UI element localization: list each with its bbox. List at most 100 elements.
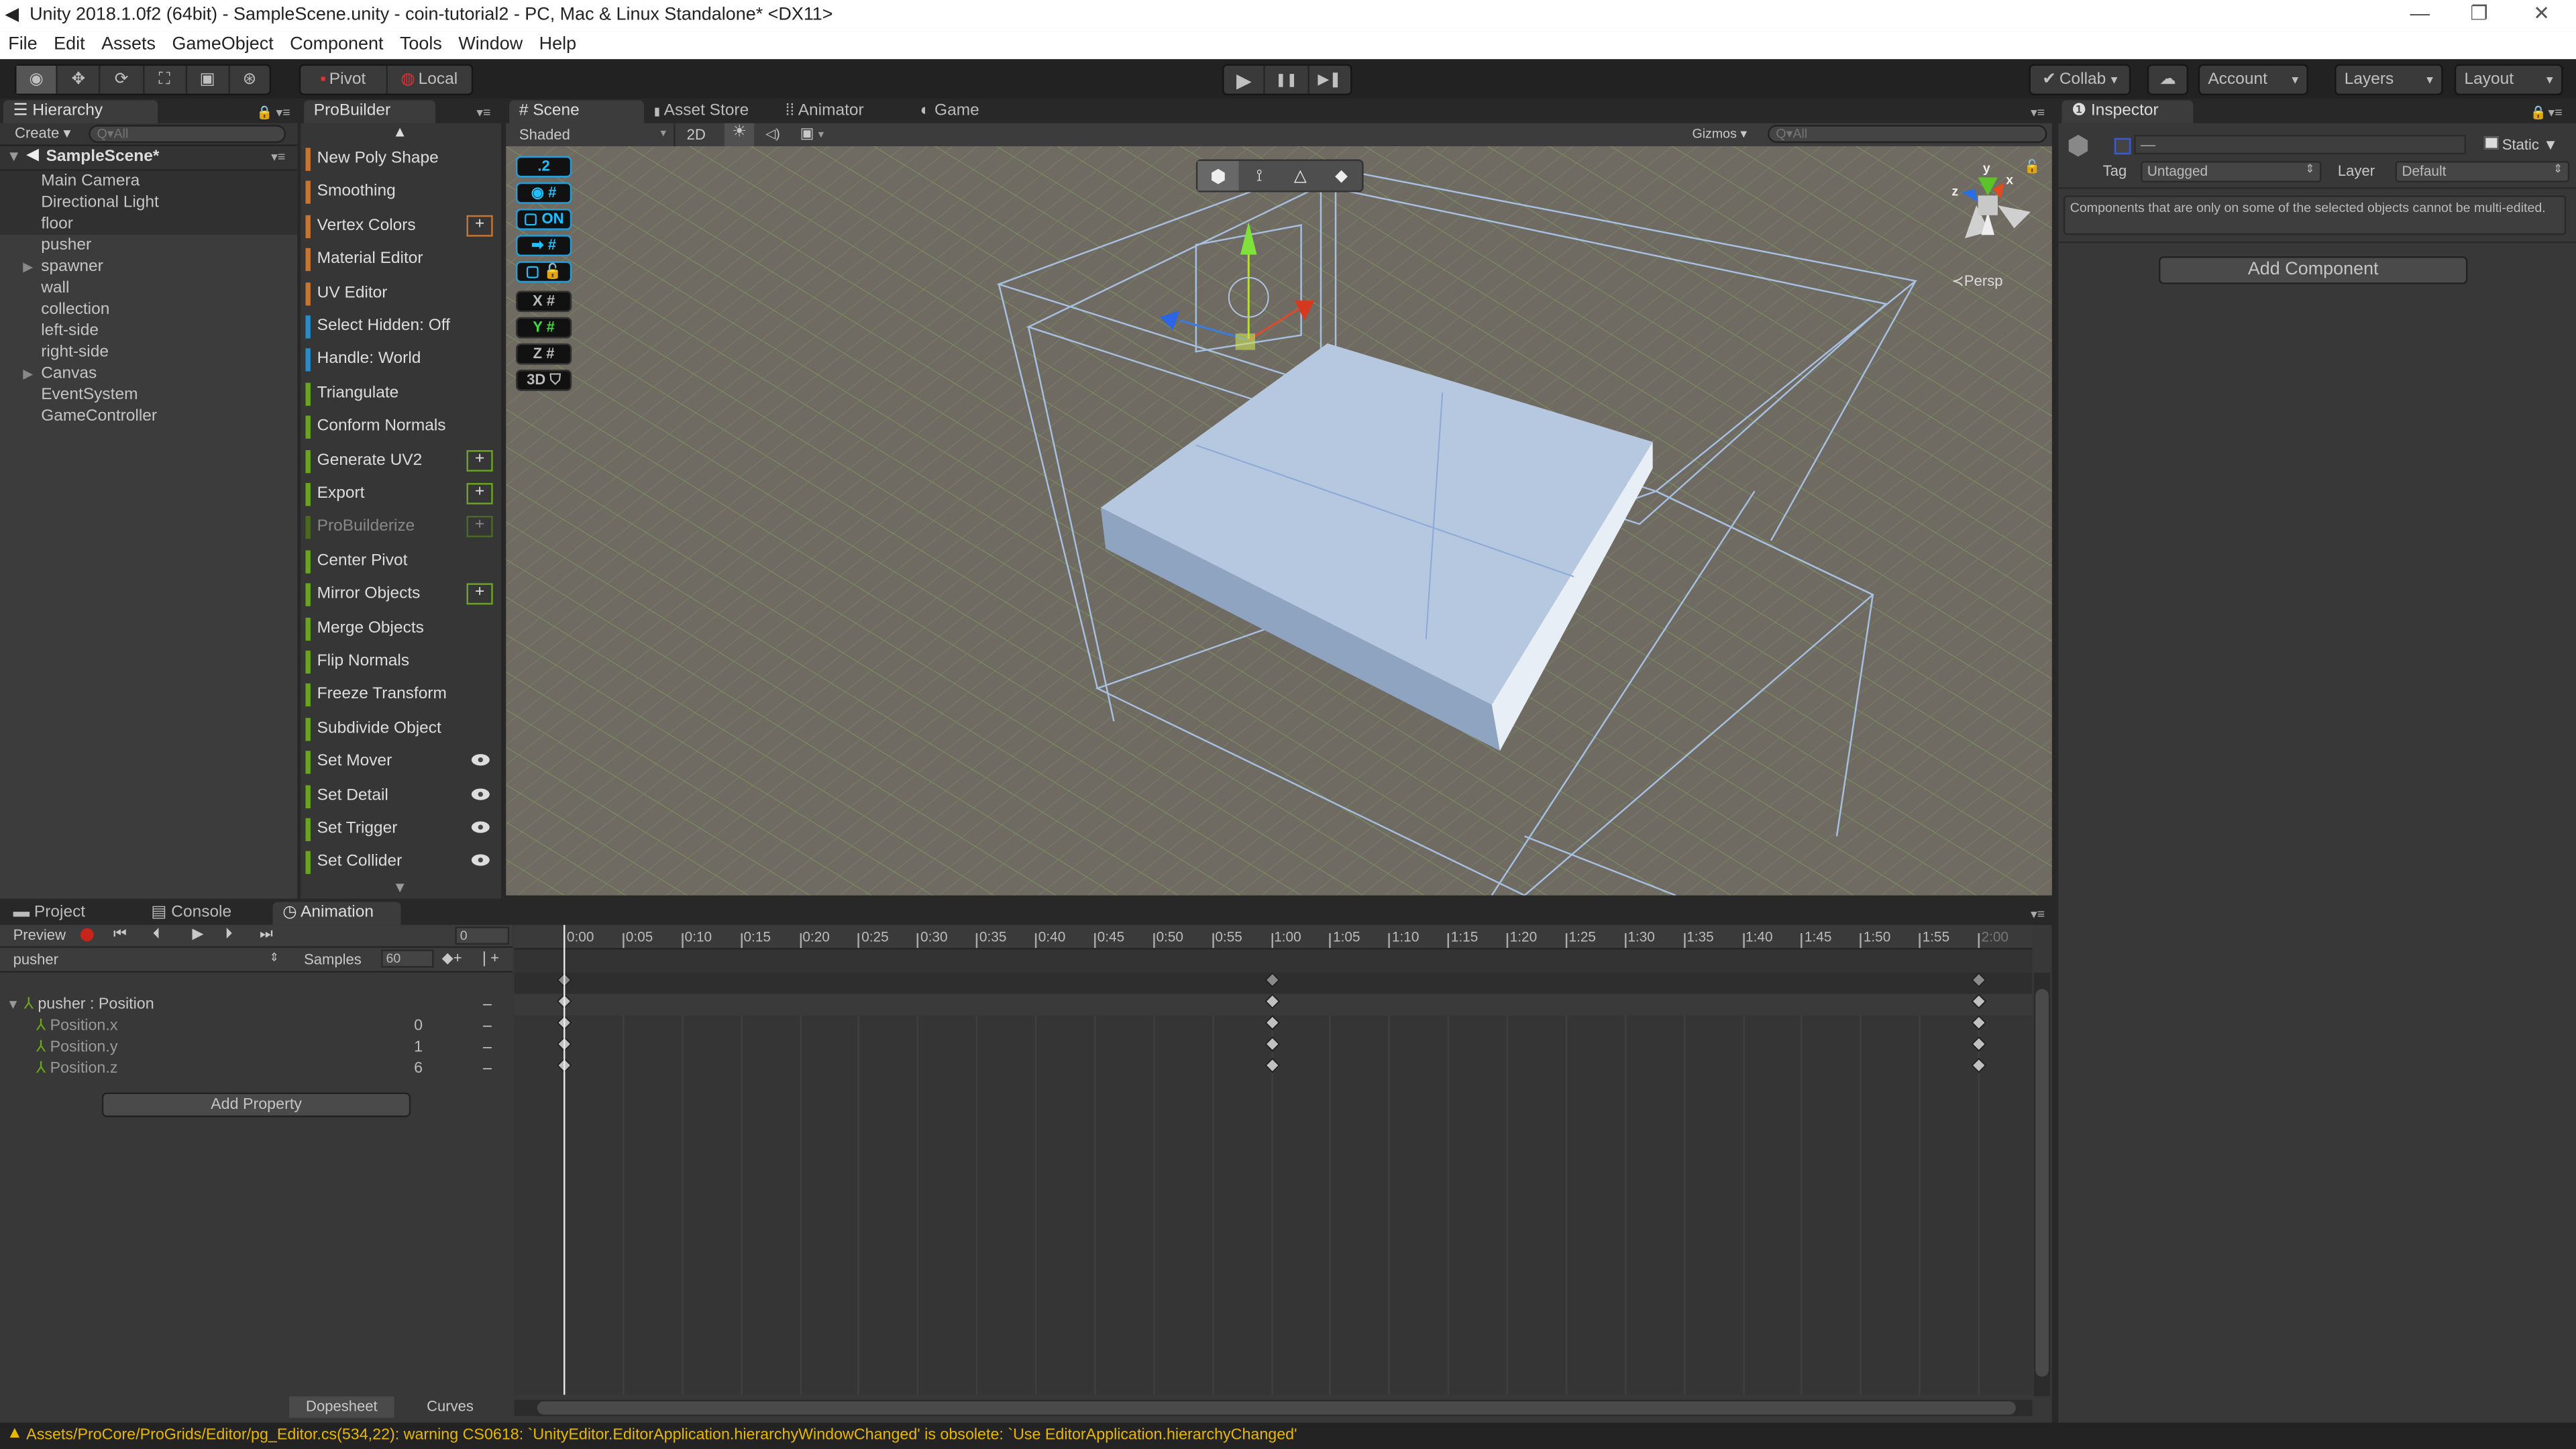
progrids-button[interactable]: .2 [515, 156, 572, 178]
probuilder-tool-vertex-colors[interactable]: Vertex Colors + [305, 213, 496, 239]
scene-menu-icon[interactable]: ▾≡ [271, 150, 285, 164]
active-checkbox[interactable] [2114, 138, 2131, 155]
menu-gameobject[interactable]: GameObject [164, 32, 282, 54]
gizmo-lock-icon[interactable]: 🔓 [2024, 160, 2040, 174]
remove-property-icon[interactable]: – [483, 994, 492, 1016]
face-mode-button[interactable]: ◆ [1321, 161, 1362, 191]
layout-dropdown[interactable]: Layout ▾ [2454, 64, 2563, 96]
progrids-button[interactable]: 3D ⛉ [515, 370, 572, 391]
probuilder-tool-conform-normals[interactable]: Conform Normals [305, 415, 496, 441]
menu-window[interactable]: Window [450, 32, 531, 54]
property-value[interactable]: 1 [414, 1036, 423, 1058]
play-anim-button[interactable]: ▶ [193, 925, 204, 943]
tool-options-plus-icon[interactable]: + [466, 215, 493, 237]
menu-file[interactable]: File [0, 32, 46, 54]
menu-component[interactable]: Component [282, 32, 392, 54]
clip-dropdown[interactable]: pusher ⇕ [0, 948, 288, 971]
create-dropdown[interactable]: Create ▾ [15, 125, 70, 143]
probuilder-tool-center-pivot[interactable]: Center Pivot [305, 548, 496, 574]
add-keyframe-button[interactable]: ◆+ [442, 950, 462, 968]
events-row[interactable] [514, 949, 2033, 973]
remove-property-icon[interactable]: – [483, 1036, 492, 1058]
tab-scene[interactable]: # Scene [509, 100, 645, 123]
probuilder-tool-select-hidden-off[interactable]: Select Hidden: Off [305, 314, 496, 340]
record-button[interactable] [80, 928, 94, 942]
menu-tools[interactable]: Tools [392, 32, 450, 54]
probuilder-tool-export[interactable]: Export + [305, 482, 496, 508]
progrids-button[interactable]: Y # [515, 317, 572, 339]
probuilder-tool-mirror-objects[interactable]: Mirror Objects + [305, 582, 496, 608]
first-key-button[interactable]: ⏮ [113, 925, 127, 943]
probuilder-tool-merge-objects[interactable]: Merge Objects [305, 615, 496, 641]
probuilder-tool-set-mover[interactable]: Set Mover [305, 749, 496, 775]
probuilder-tool-subdivide-object[interactable]: Subdivide Object [305, 716, 496, 742]
effects-dropdown[interactable]: ▣ ▾ [800, 125, 824, 143]
panel-menu-icon[interactable]: ▾≡ [2548, 105, 2562, 120]
probuilder-tool-triangulate[interactable]: Triangulate [305, 381, 496, 407]
menu-assets[interactable]: Assets [93, 32, 164, 54]
samples-input[interactable] [381, 949, 434, 968]
tab-asset-store[interactable]: ▮ Asset Store [644, 100, 759, 123]
hierarchy-item[interactable]: ▶ spawner [0, 256, 296, 278]
scroll-up-icon[interactable]: ▲ [392, 123, 407, 140]
next-key-button[interactable]: ⏵ [225, 925, 233, 943]
property-row[interactable]: ⅄ Position.x 0 – [36, 1015, 500, 1036]
hierarchy-item[interactable]: pusher [0, 235, 296, 256]
time-ruler[interactable]: 0:00 0:05 0:10 0:15 0:20 0:25 0:30 0:35 0:40 0:45… [514, 924, 2033, 950]
add-event-button[interactable]: ❘+ [478, 950, 499, 968]
probuilder-tool-uv-editor[interactable]: UV Editor [305, 280, 496, 307]
tool-options-plus-icon[interactable]: + [466, 583, 493, 605]
lock-icon[interactable]: 🔒 [2530, 105, 2546, 120]
hierarchy-item[interactable]: left-side [0, 321, 296, 342]
local-button[interactable]: ◍ Local [387, 66, 472, 94]
horizontal-scrollbar[interactable] [514, 1399, 2033, 1417]
scale-tool-button[interactable]: ⛶ [144, 65, 187, 94]
pivot-button[interactable]: ▪ Pivot [301, 65, 387, 94]
hierarchy-item[interactable]: GameController [0, 406, 296, 427]
progrids-button[interactable]: Z # [515, 343, 572, 365]
collab-button[interactable]: ✔ Collab ▾ [2029, 64, 2131, 96]
expand-arrow-icon[interactable]: ▶ [23, 363, 33, 384]
probuilder-tool-generate-uv2[interactable]: Generate UV2 + [305, 448, 496, 474]
expand-arrow-icon[interactable]: ▶ [23, 256, 33, 278]
add-property-button[interactable]: Add Property [101, 1092, 411, 1118]
dopesheet-area[interactable] [514, 994, 2033, 1395]
preview-toggle[interactable]: Preview [13, 926, 66, 943]
scroll-down-icon[interactable]: ▼ [392, 879, 407, 895]
add-component-button[interactable]: Add Component [2158, 256, 2468, 284]
tool-options-plus-icon[interactable]: + [466, 449, 493, 471]
probuilder-tool-probuilderize[interactable]: ProBuilderize + [305, 515, 496, 541]
2d-toggle[interactable]: 2D [687, 127, 706, 143]
close-button[interactable]: ✕ [2517, 1, 2566, 28]
tag-dropdown[interactable]: Untagged ⇕ [2141, 161, 2322, 182]
panel-menu-icon[interactable]: ▾≡ [2031, 105, 2045, 120]
view-tool-button[interactable]: ◉ [16, 65, 58, 94]
probuilder-tool-new-poly-shape[interactable]: New Poly Shape [305, 146, 496, 172]
vertical-scroll-thumb[interactable] [2035, 989, 2049, 1377]
layer-dropdown[interactable]: Default ⇕ [2395, 161, 2570, 182]
restore-button[interactable]: ❐ [2455, 1, 2504, 28]
visibility-eye-icon[interactable] [471, 788, 490, 800]
hierarchy-item[interactable]: wall [0, 278, 296, 299]
probuilder-tool-smoothing[interactable]: Smoothing [305, 180, 496, 206]
hierarchy-item[interactable]: right-side [0, 341, 296, 363]
gizmos-dropdown[interactable]: Gizmos ▾ [1692, 127, 1747, 142]
property-value[interactable]: 0 [414, 1015, 423, 1036]
remove-property-icon[interactable]: – [483, 1015, 492, 1036]
probuilder-tool-set-collider[interactable]: Set Collider [305, 850, 496, 876]
vertex-mode-button[interactable]: ⟟ [1239, 161, 1280, 191]
dopesheet-tab[interactable]: Dopesheet [289, 1396, 394, 1418]
panel-menu-icon[interactable]: ▾≡ [476, 105, 490, 120]
lighting-toggle[interactable]: ☀ [724, 123, 755, 146]
tab-project[interactable]: ▬ Project [3, 902, 95, 925]
menu-edit[interactable]: Edit [46, 32, 93, 54]
remove-property-icon[interactable]: – [483, 1058, 492, 1079]
hierarchy-item[interactable]: EventSystem [0, 384, 296, 406]
progrids-button[interactable]: ▢ 🔓 [515, 261, 572, 283]
lock-icon[interactable]: 🔒 [256, 105, 272, 120]
prev-key-button[interactable]: ⏴ [153, 925, 160, 943]
gameobject-name-input[interactable] [2134, 134, 2466, 155]
property-group-row[interactable]: ▼ ⅄ pusher : Position – [7, 994, 500, 1016]
panel-menu-icon[interactable]: ▾≡ [276, 105, 290, 120]
cloud-button[interactable]: ☁ [2147, 64, 2189, 96]
